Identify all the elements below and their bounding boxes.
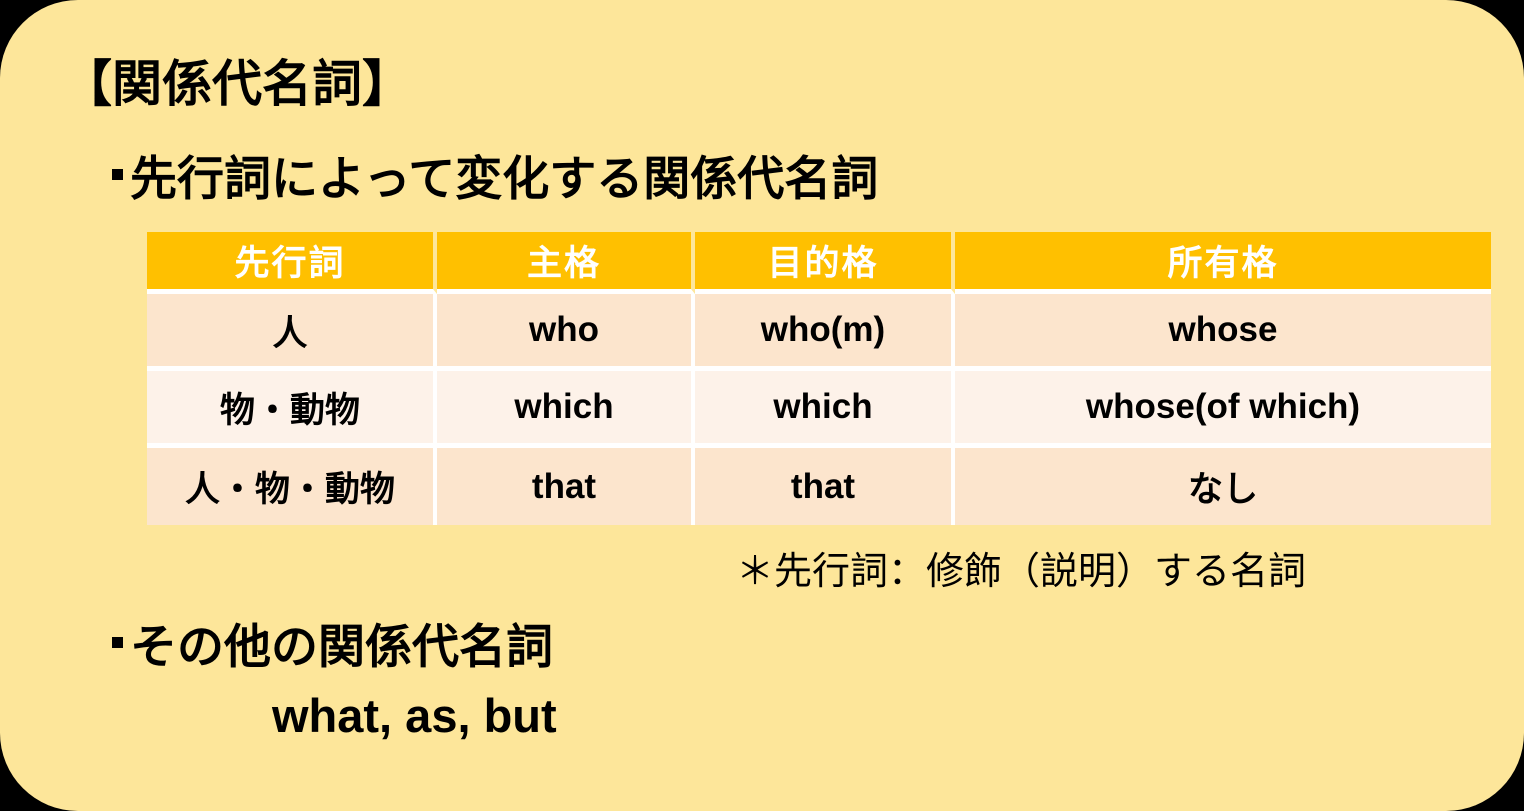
cell-antecedent: 人・物・動物 [147,448,437,525]
other-relative-pronouns-list: what, as, but [272,689,557,742]
cell-antecedent: 物・動物 [147,371,437,448]
section-heading-variable-relative-pronouns: 先行詞によって変化する関係代名詞 [112,140,878,209]
section-heading-label: 先行詞によって変化する関係代名詞 [130,152,879,205]
cell-subjective: that [437,448,695,525]
table-row: 人・物・動物 that that なし [147,448,1491,525]
cell-subjective: who [437,294,695,371]
footnote-antecedent-definition: ＊先行詞：修飾（説明）する名詞 [736,551,1307,593]
cell-antecedent: 人 [147,294,437,371]
column-header-objective: 目的格 [695,232,955,294]
column-header-possessive: 所有格 [955,232,1491,294]
cell-objective: which [695,371,955,448]
cell-possessive: whose(of which) [955,371,1491,448]
column-header-antecedent: 先行詞 [147,232,437,294]
cell-objective: who(m) [695,294,955,371]
bullet-square-icon [112,169,123,180]
table-row: 物・動物 which which whose(of which) [147,371,1491,448]
bullet-square-icon [112,637,123,648]
table-header-row: 先行詞 主格 目的格 所有格 [147,232,1491,294]
section-heading-other-relative-pronouns: その他の関係代名詞 [112,608,553,677]
relative-pronoun-table: 先行詞 主格 目的格 所有格 人 who who(m) whose 物・動物 w… [147,232,1491,525]
cell-subjective: which [437,371,695,448]
page-title: 【関係代名詞】 [62,56,412,112]
section-heading-label: その他の関係代名詞 [130,620,553,673]
cell-possessive: なし [955,448,1491,525]
table-row: 人 who who(m) whose [147,294,1491,371]
cell-objective: that [695,448,955,525]
cell-possessive: whose [955,294,1491,371]
lesson-card: 【関係代名詞】 先行詞によって変化する関係代名詞 先行詞 主格 目的格 所有格 … [0,0,1524,811]
column-header-subjective: 主格 [437,232,695,294]
